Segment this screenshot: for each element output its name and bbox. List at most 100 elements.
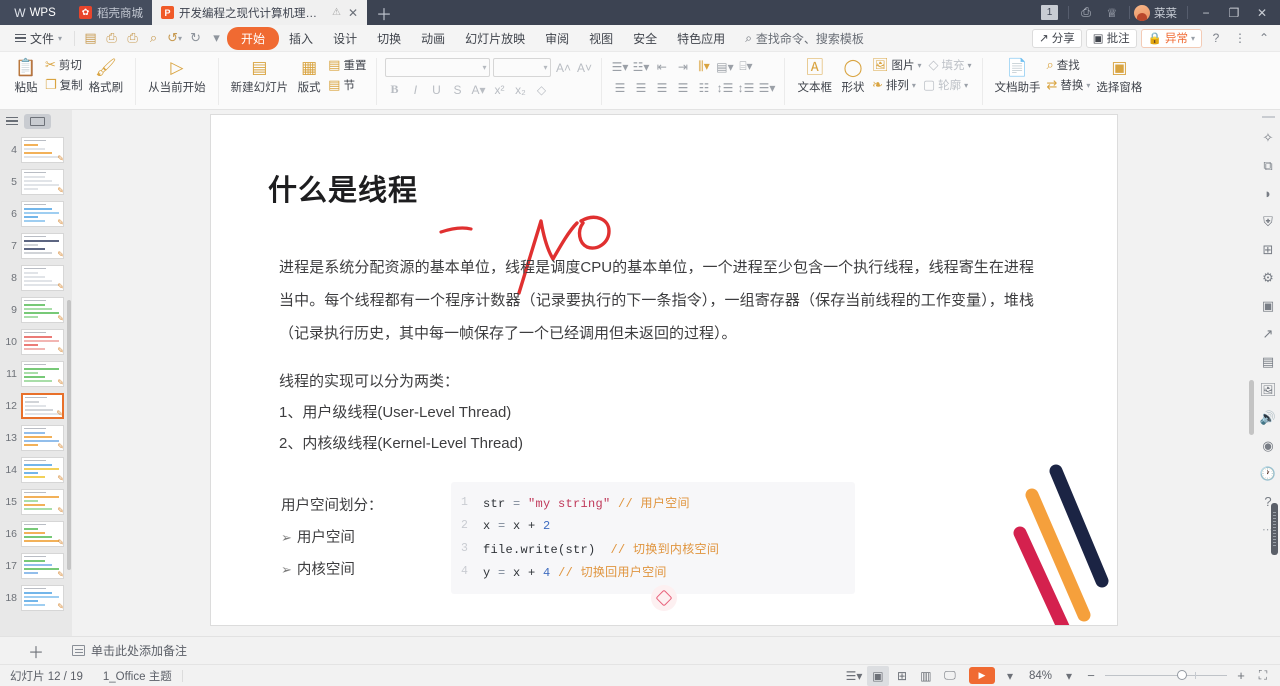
subscript-icon[interactable]: x₂: [511, 81, 529, 98]
strikethrough-icon[interactable]: S: [448, 81, 466, 98]
thumbnail-list[interactable]: 4 ✎ 5 ✎ 6 ✎ 7 ✎ 8 ✎ 9 ✎ 10 ✎ 11 ✎ 12 ✎ 13 ✎ 14 ✎ 15 ✎ 16 ✎ 17 ✎ 18 ✎: [0, 134, 72, 636]
shape-icon[interactable]: ◗: [1257, 180, 1279, 208]
fill-button[interactable]: ◇ 填充 ▾: [926, 56, 973, 74]
play-dropdown-icon[interactable]: ▾: [999, 666, 1021, 686]
section-button[interactable]: ▤ 节: [326, 76, 368, 94]
print-preview-icon[interactable]: ⎙: [101, 28, 122, 49]
rail-drag-handle[interactable]: [1271, 503, 1278, 555]
thumbnail-slide-15[interactable]: ✎: [21, 489, 64, 515]
align-left-icon[interactable]: ☰: [610, 79, 629, 96]
format-painter-button[interactable]: 🖌 格式刷: [85, 54, 128, 95]
record-icon[interactable]: ◉: [1257, 432, 1279, 460]
question-icon[interactable]: ?: [1206, 28, 1226, 48]
thumbnail-row[interactable]: 13 ✎: [0, 422, 72, 454]
swap-icon[interactable]: ⧉: [1257, 152, 1279, 180]
grid-icon[interactable]: ⊞: [1257, 236, 1279, 264]
underline-icon[interactable]: U: [427, 81, 445, 98]
file-menu-button[interactable]: 文件 ▾: [8, 27, 69, 49]
tab-presentation-document[interactable]: P 开发编程之现代计算机理论模型 ⚠ ✕: [152, 0, 367, 25]
slide-title[interactable]: 什么是线程: [268, 167, 418, 209]
doc-assistant-button[interactable]: 📄 文档助手: [991, 54, 1045, 95]
increase-indent-icon[interactable]: ⇥: [673, 58, 692, 75]
copy-button[interactable]: ❐ 复制: [43, 76, 85, 94]
replace-button[interactable]: ⇄ 替换 ▾: [1045, 76, 1093, 94]
canvas-scrollbar[interactable]: [1249, 380, 1254, 435]
thumbnail-row[interactable]: 11 ✎: [0, 358, 72, 390]
share-button[interactable]: ↗ 分享: [1032, 28, 1082, 48]
presenter-view-icon[interactable]: 🖵: [939, 666, 961, 686]
thumbnail-slide-9[interactable]: ✎: [21, 297, 64, 323]
textbox-button[interactable]: 🄰 文本框: [793, 54, 836, 95]
close-icon[interactable]: ✕: [1248, 0, 1276, 25]
slide-sorter-icon[interactable]: ⊞: [891, 666, 913, 686]
comment-button[interactable]: ▣ 批注: [1085, 28, 1137, 48]
settings-sliders-icon[interactable]: ⚙: [1257, 264, 1279, 292]
thumbnail-row[interactable]: 14 ✎: [0, 454, 72, 486]
shape-button[interactable]: ◯ 形状: [836, 54, 870, 95]
font-name-input[interactable]: ▾: [385, 58, 491, 77]
space-heading[interactable]: 用户空间划分：: [281, 494, 383, 515]
thumbnail-row[interactable]: 4 ✎: [0, 134, 72, 166]
reading-view-icon[interactable]: ▥: [915, 666, 937, 686]
chevron-up-icon[interactable]: ⌃: [1254, 28, 1274, 48]
fit-to-window-icon[interactable]: ⛶: [1252, 666, 1274, 686]
selection-pane-button[interactable]: ▣ 选择窗格: [1092, 54, 1146, 95]
zoom-knob[interactable]: [1177, 670, 1187, 681]
user-name-label[interactable]: 菜菜: [1154, 5, 1177, 21]
font-size-input[interactable]: ▾: [493, 58, 552, 77]
zoom-dropdown-icon[interactable]: ▾: [1058, 666, 1080, 686]
align-center-icon[interactable]: ☰: [631, 79, 650, 96]
distribute-icon[interactable]: ☷: [694, 79, 713, 96]
thumbnail-slide-16[interactable]: ✎: [21, 521, 64, 547]
shrink-font-icon[interactable]: A˅: [575, 59, 593, 76]
paste-button[interactable]: 📋 粘贴: [9, 54, 43, 95]
tab-count-badge[interactable]: 1: [1041, 5, 1058, 20]
play-icon[interactable]: ▶: [968, 667, 995, 684]
clear-format-icon[interactable]: ◇: [532, 81, 550, 98]
new-slide-button[interactable]: ▤ 新建幻灯片: [227, 54, 293, 95]
italic-icon[interactable]: I: [406, 81, 424, 98]
arrange-button[interactable]: ❧ 排列 ▾: [870, 76, 918, 94]
thumbnail-row[interactable]: 9 ✎: [0, 294, 72, 326]
image-library-icon[interactable]: ▣: [1257, 292, 1279, 320]
thumbnail-row[interactable]: 12 ✎: [0, 390, 72, 422]
box-icon[interactable]: ▤: [1257, 348, 1279, 376]
layout-button[interactable]: ▦ 版式: [292, 54, 326, 95]
thumbnail-view-toggle-icon[interactable]: [24, 113, 51, 129]
columns-icon[interactable]: ⌸▾: [736, 58, 755, 75]
zoom-in-button[interactable]: +: [1232, 668, 1250, 683]
thumbnail-slide-12[interactable]: ✎: [21, 393, 64, 419]
theme-label[interactable]: 1_Office 主题: [93, 668, 182, 684]
impl-heading[interactable]: 线程的实现可以分为两类：: [279, 370, 459, 391]
impl-item-2[interactable]: 2、内核级线程(Kernel-Level Thread): [279, 432, 523, 453]
thumbnail-slide-14[interactable]: ✎: [21, 457, 64, 483]
restore-icon[interactable]: ❐: [1220, 0, 1248, 25]
thumbnail-row[interactable]: 7 ✎: [0, 230, 72, 262]
reset-button[interactable]: ▤ 重置: [326, 56, 368, 74]
picture-button[interactable]: 🖼 图片 ▾: [870, 56, 924, 74]
space-bullet-1[interactable]: ➢ 用户空间: [281, 526, 355, 547]
cut-button[interactable]: ✂ 剪切: [43, 56, 85, 74]
thumbnail-slide-5[interactable]: ✎: [21, 169, 64, 195]
minimize-icon[interactable]: −: [1192, 0, 1220, 25]
ribbon-tab-featured-apps[interactable]: 特色应用: [667, 27, 735, 50]
thumbnail-row[interactable]: 8 ✎: [0, 262, 72, 294]
grow-font-icon[interactable]: A˄: [554, 59, 572, 76]
slide-paragraph[interactable]: 进程是系统分配资源的基本单位，线程是调度CPU的基本单位，一个进程至少包含一个执…: [279, 251, 1034, 350]
thumbnail-slide-7[interactable]: ✎: [21, 233, 64, 259]
export-icon[interactable]: ↗: [1257, 320, 1279, 348]
wps-logo[interactable]: W WPS: [0, 0, 70, 25]
line-spacing-icon[interactable]: ↕☰: [715, 79, 734, 96]
thumbnail-row[interactable]: 5 ✎: [0, 166, 72, 198]
thumbnail-scrollbar[interactable]: [67, 300, 71, 570]
thumbnail-slide-4[interactable]: ✎: [21, 137, 64, 163]
redo-icon[interactable]: ↻: [185, 28, 206, 49]
status-badge[interactable]: 🔒 异常 ▾: [1140, 28, 1202, 48]
ribbon-tab-insert[interactable]: 插入: [279, 27, 323, 50]
ribbon-tab-start[interactable]: 开始: [227, 26, 280, 50]
list-level-icon[interactable]: ☰▾: [757, 79, 776, 96]
find-icon[interactable]: ⌕: [143, 28, 164, 49]
thumbnail-row[interactable]: 17 ✎: [0, 550, 72, 582]
text-direction-icon[interactable]: ⫼▾: [694, 58, 713, 75]
backup-icon[interactable]: ⎙: [1073, 0, 1099, 25]
